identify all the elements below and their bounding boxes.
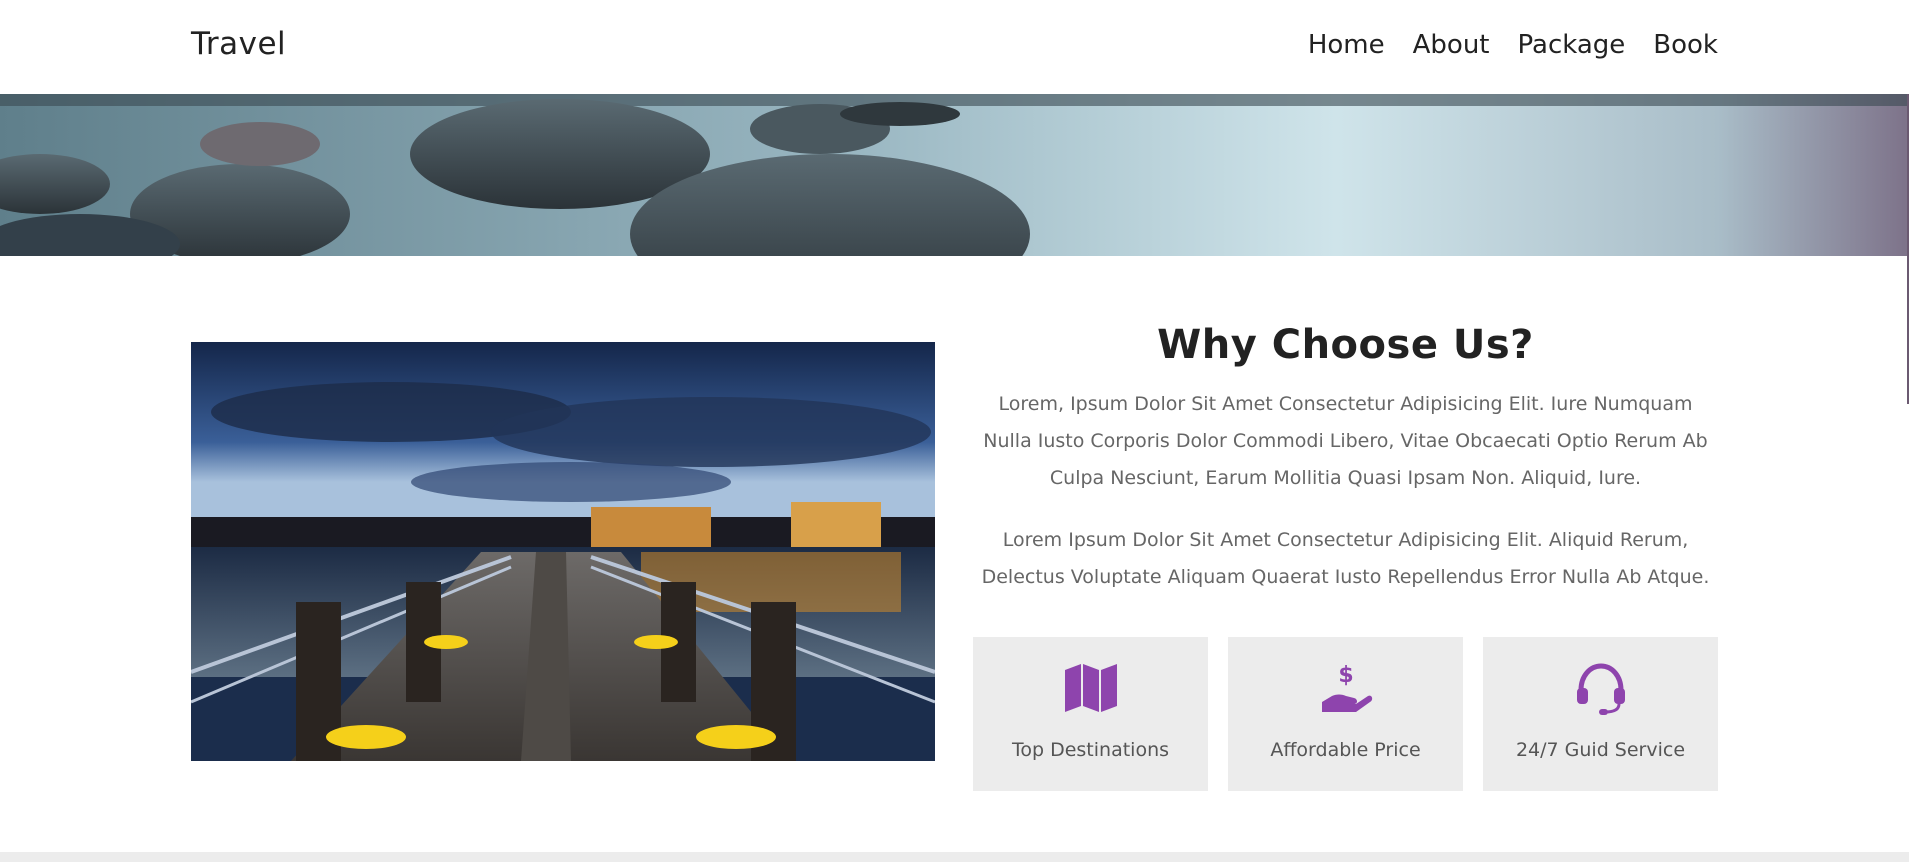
brand-logo[interactable]: Travel	[191, 26, 286, 62]
feature-label: Top Destinations	[1011, 739, 1170, 761]
intro-paragraph-1: Lorem, Ipsum Dolor Sit Amet Consectetur …	[983, 393, 1708, 489]
site-header: Travel Home About Package Book	[0, 0, 1909, 94]
nav-book[interactable]: Book	[1653, 30, 1718, 60]
features-row: Top Destinations $ Affordable Price 24/7…	[973, 637, 1718, 791]
section-title: Why Choose Us?	[1157, 322, 1534, 368]
pier-photo	[191, 342, 935, 761]
nav-about[interactable]: About	[1413, 30, 1490, 60]
pier-illustration	[191, 342, 935, 761]
intro-paragraph-2: Lorem Ipsum Dolor Sit Amet Consectetur A…	[981, 529, 1710, 588]
footer-top-edge	[0, 852, 1909, 862]
svg-text:$: $	[1338, 663, 1353, 688]
headset-icon	[1576, 663, 1625, 715]
feature-label: Affordable Price	[1270, 739, 1421, 761]
hero-banner-image	[0, 94, 1909, 256]
hand-dollar-icon: $	[1321, 663, 1372, 712]
feature-card-destinations: Top Destinations	[973, 637, 1208, 791]
nav-package[interactable]: Package	[1518, 30, 1626, 60]
feature-card-service: 24/7 Guid Service	[1483, 637, 1718, 791]
rocks-water-illustration	[0, 94, 1909, 256]
nav-home[interactable]: Home	[1308, 30, 1385, 60]
feature-card-price: $ Affordable Price	[1228, 637, 1463, 791]
why-choose-us-section: Why Choose Us? Lorem, Ipsum Dolor Sit Am…	[973, 322, 1718, 596]
main-nav: Home About Package Book	[1280, 30, 1718, 60]
map-icon	[1064, 664, 1117, 712]
feature-label: 24/7 Guid Service	[1515, 739, 1686, 761]
